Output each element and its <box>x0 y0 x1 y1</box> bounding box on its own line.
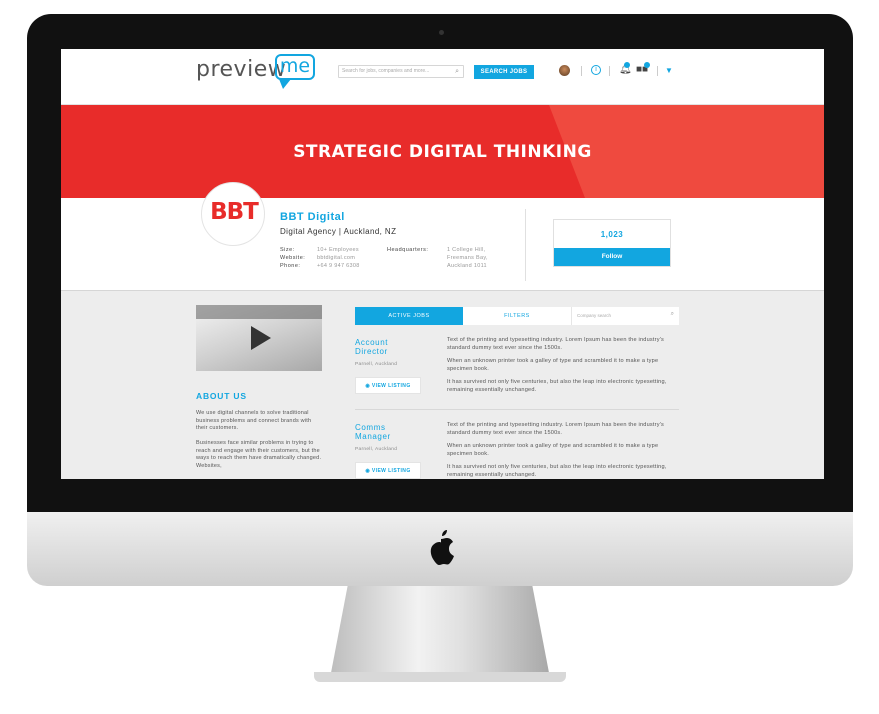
logo-bubble-tail <box>279 79 291 89</box>
top-nav: preview me Search for jobs, companies an… <box>61 49 824 105</box>
company-divider <box>525 209 526 281</box>
info-icon[interactable]: i <box>591 65 601 75</box>
job-title[interactable]: Comms Manager <box>355 423 435 441</box>
video-thumbnail[interactable] <box>196 305 322 371</box>
view-listing-label: VIEW LISTING <box>371 383 411 389</box>
about-heading: ABOUT US <box>196 391 247 401</box>
header-divider <box>657 66 658 76</box>
headquarters-label: Headquarters: <box>387 247 429 253</box>
about-paragraph-2: Businesses face similar problems in tryi… <box>196 440 322 469</box>
phone-value: +64 9 947 6308 <box>317 263 360 269</box>
job-title-line: Director <box>355 346 388 356</box>
job-description-2: When an unknown printer took a galley of… <box>447 443 659 457</box>
follow-button[interactable]: Follow <box>554 248 670 266</box>
search-icon[interactable]: ⌕ <box>455 68 459 76</box>
header-divider <box>609 66 610 76</box>
view-listing-button[interactable]: ◉ VIEW LISTING <box>355 462 421 479</box>
company-logo-text: BBT <box>210 199 259 225</box>
search-placeholder: Search for jobs, companies and more... <box>342 68 430 74</box>
header-divider <box>581 66 582 76</box>
hq-line-1: 1 College Hill, <box>447 247 486 253</box>
size-value: 10+ Employees <box>317 247 359 253</box>
logo-me-text[interactable]: me <box>275 55 315 77</box>
video-shade <box>196 305 322 319</box>
followers-count: 1,023 <box>600 230 624 239</box>
company-search-input[interactable]: Company search ⌕ <box>571 307 679 325</box>
banner-title: STRATEGIC DIGITAL THINKING <box>293 142 592 162</box>
company-logo: BBT <box>201 182 265 246</box>
play-icon[interactable] <box>251 326 271 350</box>
job-description-1: Text of the printing and typesetting ind… <box>447 337 664 351</box>
hq-line-3: Auckland 1011 <box>447 263 487 269</box>
apple-logo-icon <box>430 530 454 565</box>
followers-box: 1,023 Follow <box>553 219 671 267</box>
search-icon[interactable]: ⌕ <box>671 311 674 318</box>
imac-stand <box>330 586 550 678</box>
tab-active-jobs[interactable]: ACTIVE JOBS <box>355 307 463 325</box>
search-jobs-button[interactable]: SEARCH JOBS <box>474 65 534 79</box>
logo-preview-text[interactable]: preview <box>196 57 286 82</box>
chevron-down-icon[interactable]: ▼ <box>665 66 673 75</box>
job-separator <box>355 409 679 410</box>
screen: preview me Search for jobs, companies an… <box>61 49 824 479</box>
size-label: Size: <box>280 247 295 253</box>
job-description-2: When an unknown printer took a galley of… <box>447 358 659 372</box>
search-input[interactable]: Search for jobs, companies and more... ⌕ <box>338 65 464 78</box>
company-type: Digital Agency | Auckland, NZ <box>280 227 397 236</box>
company-banner: STRATEGIC DIGITAL THINKING <box>61 105 824 198</box>
view-listing-label: VIEW LISTING <box>371 468 411 474</box>
job-location: Parnell, Auckland <box>355 362 398 367</box>
job-description-3: It has survived not only five centuries,… <box>447 379 667 393</box>
website-link[interactable]: bbtdigital.com <box>317 254 355 262</box>
avatar[interactable] <box>559 65 570 76</box>
job-description-3: It has survived not only five centuries,… <box>447 464 667 478</box>
hq-line-2: Freemans Bay, <box>447 255 488 261</box>
job-description-1: Text of the printing and typesetting ind… <box>447 422 664 436</box>
company-search-placeholder: Company search <box>577 313 612 318</box>
view-listing-button[interactable]: ◉ VIEW LISTING <box>355 377 421 394</box>
job-location: Parnell, Auckland <box>355 447 398 452</box>
eye-icon: ◉ <box>365 468 371 474</box>
notification-badge <box>624 62 630 68</box>
job-title-line: Manager <box>355 431 391 441</box>
about-paragraph-1: We use digital channels to solve traditi… <box>196 410 312 431</box>
tab-filters[interactable]: FILTERS <box>463 307 571 325</box>
company-name: BBT Digital <box>280 211 345 223</box>
eye-icon: ◉ <box>365 383 371 389</box>
website-label: Website: <box>280 255 306 261</box>
company-info: BBT BBT Digital Digital Agency | Aucklan… <box>61 182 824 291</box>
camera-dot <box>439 30 444 35</box>
job-title[interactable]: Account Director <box>355 338 435 356</box>
phone-label: Phone: <box>280 263 301 269</box>
jobs-badge <box>644 62 650 68</box>
imac-stand-base <box>314 672 566 682</box>
